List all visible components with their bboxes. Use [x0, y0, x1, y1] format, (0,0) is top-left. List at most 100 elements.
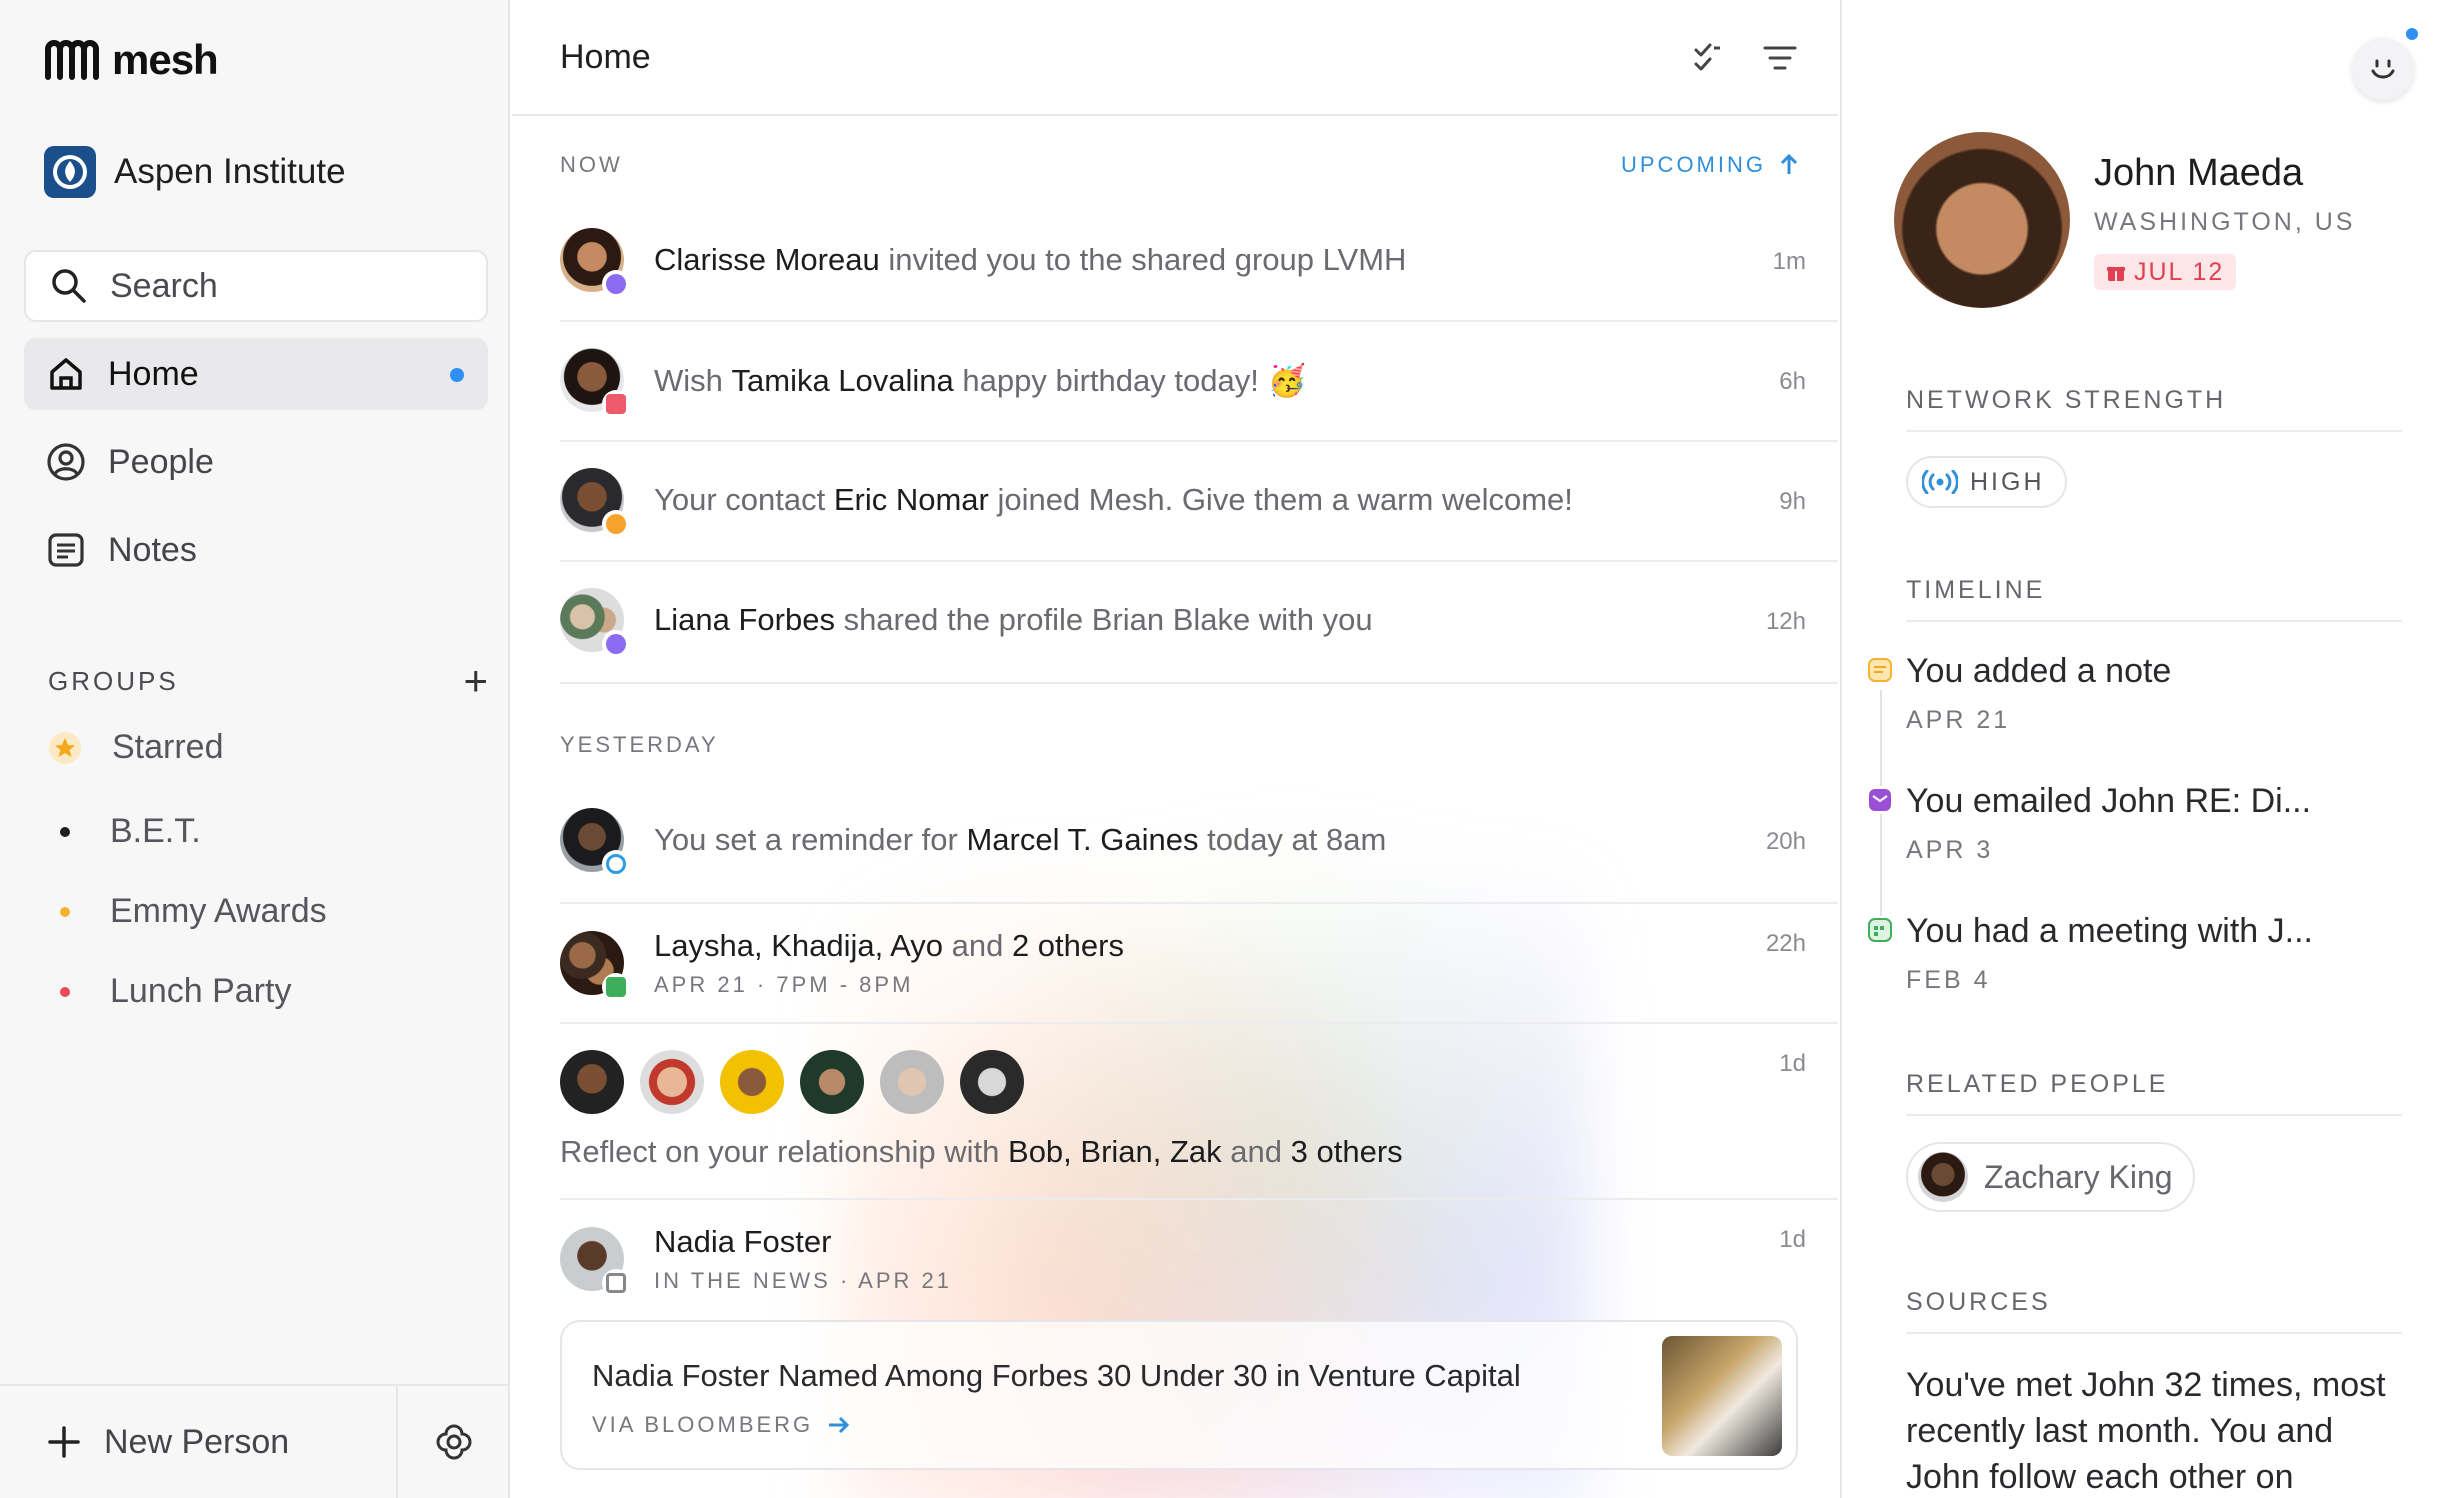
network-strength-title: NETWORK STRENGTH: [1906, 386, 2227, 414]
feed-item[interactable]: Wish Tamika Lovalina happy birthday toda…: [560, 322, 1838, 442]
plus-icon: [48, 1426, 80, 1458]
feed-item[interactable]: You set a reminder for Marcel T. Gaines …: [560, 782, 1838, 904]
nav-notes[interactable]: Notes: [24, 514, 488, 586]
sidebar: mesh Aspen Institute Search Home People …: [0, 0, 510, 1498]
group-label: B.E.T.: [110, 812, 201, 850]
groups-header: GROUPS +: [48, 660, 488, 702]
arrow-up-icon: [1780, 154, 1798, 174]
news-source: VIA BLOOMBERG: [592, 1412, 814, 1437]
avatar: [560, 588, 630, 658]
page-title: Home: [560, 37, 651, 76]
notification-dot: [2406, 28, 2418, 40]
reminder-badge-icon: [602, 850, 630, 878]
org-switcher[interactable]: Aspen Institute: [44, 146, 346, 198]
feed-item-time: 1d: [1779, 1050, 1806, 1077]
avatar: [560, 1227, 630, 1297]
avatar: [880, 1050, 944, 1114]
nav-people[interactable]: People: [24, 426, 488, 498]
mail-icon: [1866, 786, 1894, 814]
group-lunch-party[interactable]: Lunch Party: [48, 972, 291, 1011]
news-source-link[interactable]: VIA BLOOMBERG: [592, 1412, 851, 1438]
related-person-chip[interactable]: Zachary King: [1906, 1142, 2195, 1212]
related-person-name: Zachary King: [1984, 1158, 2173, 1195]
header-actions: [1690, 40, 1798, 76]
feed-item[interactable]: Laysha, Khadija, Ayo and 2 others APR 21…: [560, 904, 1838, 1024]
group-color-dot: [60, 906, 70, 917]
avatar: [640, 1050, 704, 1114]
network-strength-value: HIGH: [1970, 467, 2045, 496]
profile-photo: [1894, 132, 2070, 308]
avatar: [960, 1050, 1024, 1114]
sidebar-footer: New Person: [0, 1384, 510, 1498]
nav-home[interactable]: Home: [24, 338, 488, 410]
feed-item-time: 22h: [1765, 930, 1806, 957]
group-bet[interactable]: B.E.T.: [48, 812, 201, 851]
aspen-institute-logo-icon: [44, 146, 96, 198]
notes-icon: [48, 533, 84, 567]
group-label: Lunch Party: [110, 972, 292, 1010]
group-label: Emmy Awards: [110, 892, 327, 930]
avatar: [560, 348, 630, 418]
birthday-badge: JUL 12: [2094, 254, 2237, 290]
timeline-item-title: You added a note: [1906, 652, 2172, 690]
feed-item-subtitle: IN THE NEWS · APR 21: [654, 1268, 952, 1293]
group-emmy-awards[interactable]: Emmy Awards: [48, 892, 327, 931]
contact-name: John Maeda: [2094, 152, 2304, 194]
divider: [1906, 1114, 2402, 1116]
avatar: [560, 1050, 624, 1114]
feed-item-reflect[interactable]: Reflect on your relationship with Bob, B…: [560, 1024, 1838, 1200]
divider: [1906, 430, 2402, 432]
group-color-dot: [60, 986, 70, 997]
calendar-icon: [1866, 916, 1894, 944]
group-label: Starred: [112, 728, 224, 766]
person-icon: [47, 443, 85, 481]
aperture-icon: [436, 1424, 472, 1460]
gift-badge-icon: [602, 390, 630, 418]
assistant-button[interactable]: [2352, 28, 2418, 100]
feed-item[interactable]: Liana Forbes shared the profile Brian Bl…: [560, 562, 1838, 684]
feed-item-time: 9h: [1779, 488, 1806, 515]
feed-item-text: Nadia Foster: [654, 1224, 832, 1259]
app-logo[interactable]: mesh: [44, 36, 219, 84]
timeline-item-date: FEB 4: [1906, 966, 1991, 994]
group-badge-icon: [602, 270, 630, 298]
mark-all-read-icon[interactable]: [1690, 40, 1726, 76]
groups-title: GROUPS: [48, 665, 179, 696]
filter-icon[interactable]: [1762, 40, 1798, 76]
sources-title: SOURCES: [1906, 1288, 2051, 1316]
feed-item[interactable]: Clarisse Moreau invited you to the share…: [560, 200, 1838, 322]
new-person-button[interactable]: New Person: [0, 1386, 398, 1498]
star-icon: [49, 731, 81, 764]
upcoming-button[interactable]: UPCOMING: [1621, 152, 1798, 178]
section-yesterday-label: YESTERDAY: [560, 732, 719, 757]
calendar-badge-icon: [602, 973, 630, 1001]
feed-item-time: 6h: [1779, 368, 1806, 395]
sources-text: You've met John 32 times, most recently …: [1906, 1366, 2386, 1496]
network-strength-chip: HIGH: [1906, 456, 2067, 508]
feed-item[interactable]: Your contact Eric Nomar joined Mesh. Giv…: [560, 442, 1838, 562]
new-person-label: New Person: [104, 1422, 290, 1461]
settings-button[interactable]: [398, 1386, 510, 1498]
feed-item-time: 1d: [1779, 1226, 1806, 1253]
smiley-face-icon: [2371, 59, 2395, 79]
feed-item-text: Your contact Eric Nomar joined Mesh. Giv…: [654, 482, 1573, 517]
add-group-button[interactable]: +: [463, 660, 488, 702]
upcoming-label: UPCOMING: [1621, 152, 1766, 177]
signal-icon: [1922, 470, 1958, 494]
timeline-item-date: APR 21: [1906, 706, 2011, 734]
feed-item-news[interactable]: Nadia Foster IN THE NEWS · APR 21 1d: [560, 1200, 1838, 1300]
news-card[interactable]: Nadia Foster Named Among Forbes 30 Under…: [560, 1320, 1798, 1470]
avatar: [560, 931, 630, 1001]
search-input[interactable]: Search: [24, 250, 488, 322]
timeline-item-date: APR 3: [1906, 836, 1994, 864]
feed-item-text: Wish Tamika Lovalina happy birthday toda…: [654, 362, 1307, 398]
birthday-date: JUL 12: [2134, 257, 2225, 286]
feed-item-time: 20h: [1765, 828, 1806, 855]
group-starred[interactable]: Starred: [48, 728, 224, 767]
timeline-item-title: You had a meeting with J...: [1906, 912, 2314, 950]
section-now-label: NOW: [560, 152, 623, 177]
avatar: [1918, 1152, 1968, 1202]
news-title: Nadia Foster Named Among Forbes 30 Under…: [592, 1358, 1521, 1393]
logo-text: mesh: [112, 36, 219, 83]
arrow-right-icon: [829, 1416, 850, 1434]
